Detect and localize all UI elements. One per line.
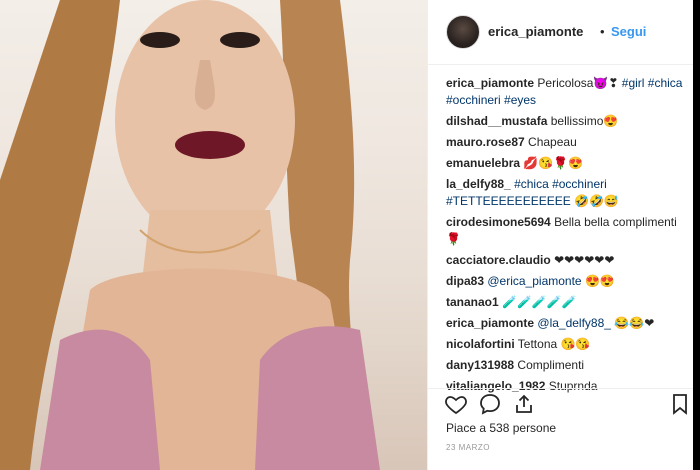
avatar[interactable] — [446, 15, 480, 49]
comment-username[interactable]: tananao1 — [446, 295, 499, 309]
heart-icon[interactable] — [444, 392, 468, 416]
comment-text: 😂😂❤ — [614, 316, 655, 330]
comment-item: cirodesimone5694 Bella bella complimenti… — [446, 214, 686, 248]
comment-text: ❤❤❤❤❤❤ — [554, 253, 615, 267]
post-photo[interactable] — [0, 0, 427, 470]
post-date: 23 MARZO — [446, 443, 491, 452]
share-icon[interactable] — [512, 392, 536, 416]
comment-mention[interactable]: @la_delfy88_ — [537, 316, 611, 330]
follow-button[interactable]: Segui — [611, 24, 646, 39]
comment-item: tananao1 🧪🧪🧪🧪🧪 — [446, 294, 686, 311]
comment-username[interactable]: dipa83 — [446, 274, 484, 288]
comment-item: erica_piamonte Pericolosa😈❣ #girl #chica… — [446, 75, 686, 109]
likes-count[interactable]: Piace a 538 persone — [446, 421, 556, 435]
photo-illustration — [0, 0, 380, 470]
scrollbar[interactable] — [693, 0, 700, 470]
comment-item: dipa83 @erica_piamonte 😍😍 — [446, 273, 686, 290]
speech-bubble-icon[interactable] — [478, 392, 502, 416]
comment-item: nicolafortini Tettona 😘😘 — [446, 336, 686, 353]
comment-username[interactable]: cacciatore.claudio — [446, 253, 551, 267]
comments-list: erica_piamonte Pericolosa😈❣ #girl #chica… — [446, 75, 686, 399]
comment-username[interactable]: la_delfy88_ — [446, 177, 511, 191]
comment-username[interactable]: erica_piamonte — [446, 76, 534, 90]
comment-username[interactable]: mauro.rose87 — [446, 135, 525, 149]
header-username[interactable]: erica_piamonte — [488, 24, 583, 39]
comment-text: Pericolosa😈❣ — [537, 76, 619, 90]
comment-text: Tettona 😘😘 — [517, 337, 591, 351]
bookmark-icon[interactable] — [668, 392, 692, 416]
comment-item: la_delfy88_ #chica #occhineri #TETTEEEEE… — [446, 176, 686, 210]
header-separator: • — [600, 24, 605, 39]
comment-text: Chapeau — [528, 135, 577, 149]
comment-item: cacciatore.claudio ❤❤❤❤❤❤ — [446, 252, 686, 269]
comment-username[interactable]: erica_piamonte — [446, 316, 534, 330]
comment-username[interactable]: dany131988 — [446, 358, 514, 372]
comment-text: 💋😘🌹😍 — [523, 156, 584, 170]
comment-item: emanuelebra 💋😘🌹😍 — [446, 155, 686, 172]
comment-item: mauro.rose87 Chapeau — [446, 134, 686, 151]
comment-item: dany131988 Complimenti — [446, 357, 686, 374]
comment-item: erica_piamonte @la_delfy88_ 😂😂❤ — [446, 315, 686, 332]
comment-text: Complimenti — [517, 358, 585, 372]
post-header: erica_piamonte • Segui — [428, 0, 694, 65]
post-modal: erica_piamonte • Segui erica_piamonte Pe… — [0, 0, 700, 470]
comment-text: bellissimo😍 — [550, 114, 619, 128]
comment-mention[interactable]: @erica_piamonte — [487, 274, 581, 288]
comment-username[interactable]: nicolafortini — [446, 337, 515, 351]
comment-username[interactable]: dilshad__mustafa — [446, 114, 547, 128]
comment-text: 🧪🧪🧪🧪🧪 — [502, 295, 577, 309]
post-side-panel: erica_piamonte • Segui erica_piamonte Pe… — [427, 0, 694, 470]
comment-item: dilshad__mustafa bellissimo😍 — [446, 113, 686, 130]
comment-username[interactable]: cirodesimone5694 — [446, 215, 551, 229]
comment-username[interactable]: emanuelebra — [446, 156, 520, 170]
comment-text: 😍😍 — [584, 274, 615, 288]
